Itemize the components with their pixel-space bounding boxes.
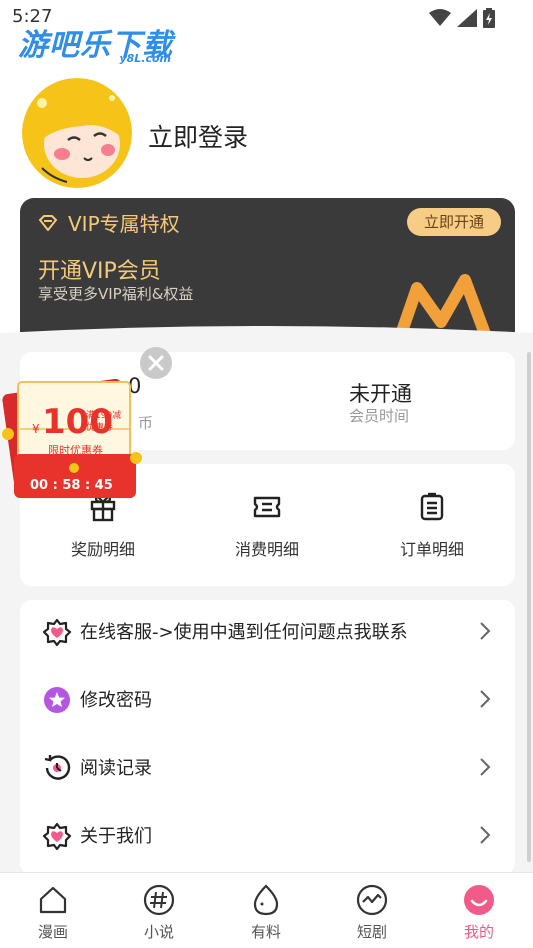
tab-short-drama[interactable]: 短剧 <box>319 873 425 948</box>
member-time-label: 会员时间 <box>349 407 410 425</box>
scrollbar[interactable] <box>527 352 531 862</box>
chevron-right-icon <box>480 622 491 640</box>
order-detail-button[interactable]: 订单明细 <box>362 492 502 560</box>
close-icon <box>148 355 164 371</box>
star-badge-icon <box>44 687 70 713</box>
avatar-cartoon-icon <box>22 78 132 188</box>
tab-label: 有料 <box>250 923 281 941</box>
spending-detail-button[interactable]: 消费明细 <box>197 492 337 560</box>
vip-title: 开通VIP会员 <box>38 259 161 284</box>
coupon-caption: 限时优惠券 <box>48 444 103 457</box>
menu-item-label: 阅读记录 <box>80 758 152 779</box>
tab-comics[interactable]: 漫画 <box>0 873 106 948</box>
vip-open-button[interactable]: 立即开通 <box>407 208 501 236</box>
menu-item-label: 关于我们 <box>80 826 152 847</box>
menu-item-customer-service[interactable]: 在线客服->使用中遇到任何问题点我联系 <box>20 598 515 666</box>
tab-mine[interactable]: 我的 <box>426 873 532 948</box>
menu-item-label: 在线客服->使用中遇到任何问题点我联系 <box>80 622 408 643</box>
order-list-icon <box>420 492 444 521</box>
order-detail-label: 订单明细 <box>399 540 464 559</box>
tab-label: 漫画 <box>37 923 68 941</box>
pulse-icon <box>356 884 388 916</box>
home-icon <box>39 886 67 914</box>
coupon-currency: ¥ <box>32 422 40 436</box>
menu-item-change-password[interactable]: 修改密码 <box>20 666 515 734</box>
spending-detail-label: 消费明细 <box>234 540 299 559</box>
watermark-logo: 游吧乐下载 y8L.com <box>18 20 173 65</box>
promo-close-button[interactable] <box>140 347 172 379</box>
vip-header: VIP专属特权 <box>38 208 180 237</box>
diamond-icon <box>38 214 58 231</box>
login-link[interactable]: 立即登录 <box>148 118 248 154</box>
vip-header-text: VIP专属特权 <box>68 212 180 236</box>
vip-subtitle: 享受更多VIP福利&权益 <box>38 285 194 303</box>
bottom-nav: 漫画 小说 有料 短剧 我的 <box>0 872 533 948</box>
avatar[interactable] <box>22 78 132 188</box>
chevron-right-icon <box>480 758 491 776</box>
egg-icon <box>253 884 279 916</box>
tab-feed[interactable]: 有料 <box>213 873 319 948</box>
tab-novels[interactable]: 小说 <box>106 873 212 948</box>
battery-icon <box>483 8 495 28</box>
tab-label: 我的 <box>463 923 494 941</box>
menu-item-about-us[interactable]: 关于我们 <box>20 802 515 870</box>
signal-icon <box>457 9 477 27</box>
menu-item-reading-history[interactable]: 阅读记录 <box>20 734 515 802</box>
reward-detail-label: 奖励明细 <box>70 540 135 559</box>
wifi-icon <box>429 9 451 26</box>
menu-item-label: 修改密码 <box>80 690 152 711</box>
about-icon <box>42 822 72 851</box>
member-status-value: 未开通 <box>349 382 412 406</box>
chevron-right-icon <box>480 690 491 708</box>
service-icon <box>42 618 72 647</box>
chevron-right-icon <box>480 826 491 844</box>
coupon-rule-line2: 优惠券 <box>86 423 114 433</box>
tab-label: 小说 <box>143 923 174 941</box>
ticket-icon <box>253 496 281 518</box>
vip-card[interactable]: VIP专属特权 立即开通 开通VIP会员 享受更多VIP福利&权益 <box>20 198 515 346</box>
profile-face-icon <box>464 885 494 915</box>
status-icons <box>429 8 495 28</box>
tab-label: 短剧 <box>356 923 387 941</box>
coupon-countdown: 00 : 58 : 45 <box>30 478 113 493</box>
logo-sub-text: y8L.com <box>119 52 171 65</box>
hash-icon <box>143 884 175 916</box>
history-icon <box>44 755 71 780</box>
